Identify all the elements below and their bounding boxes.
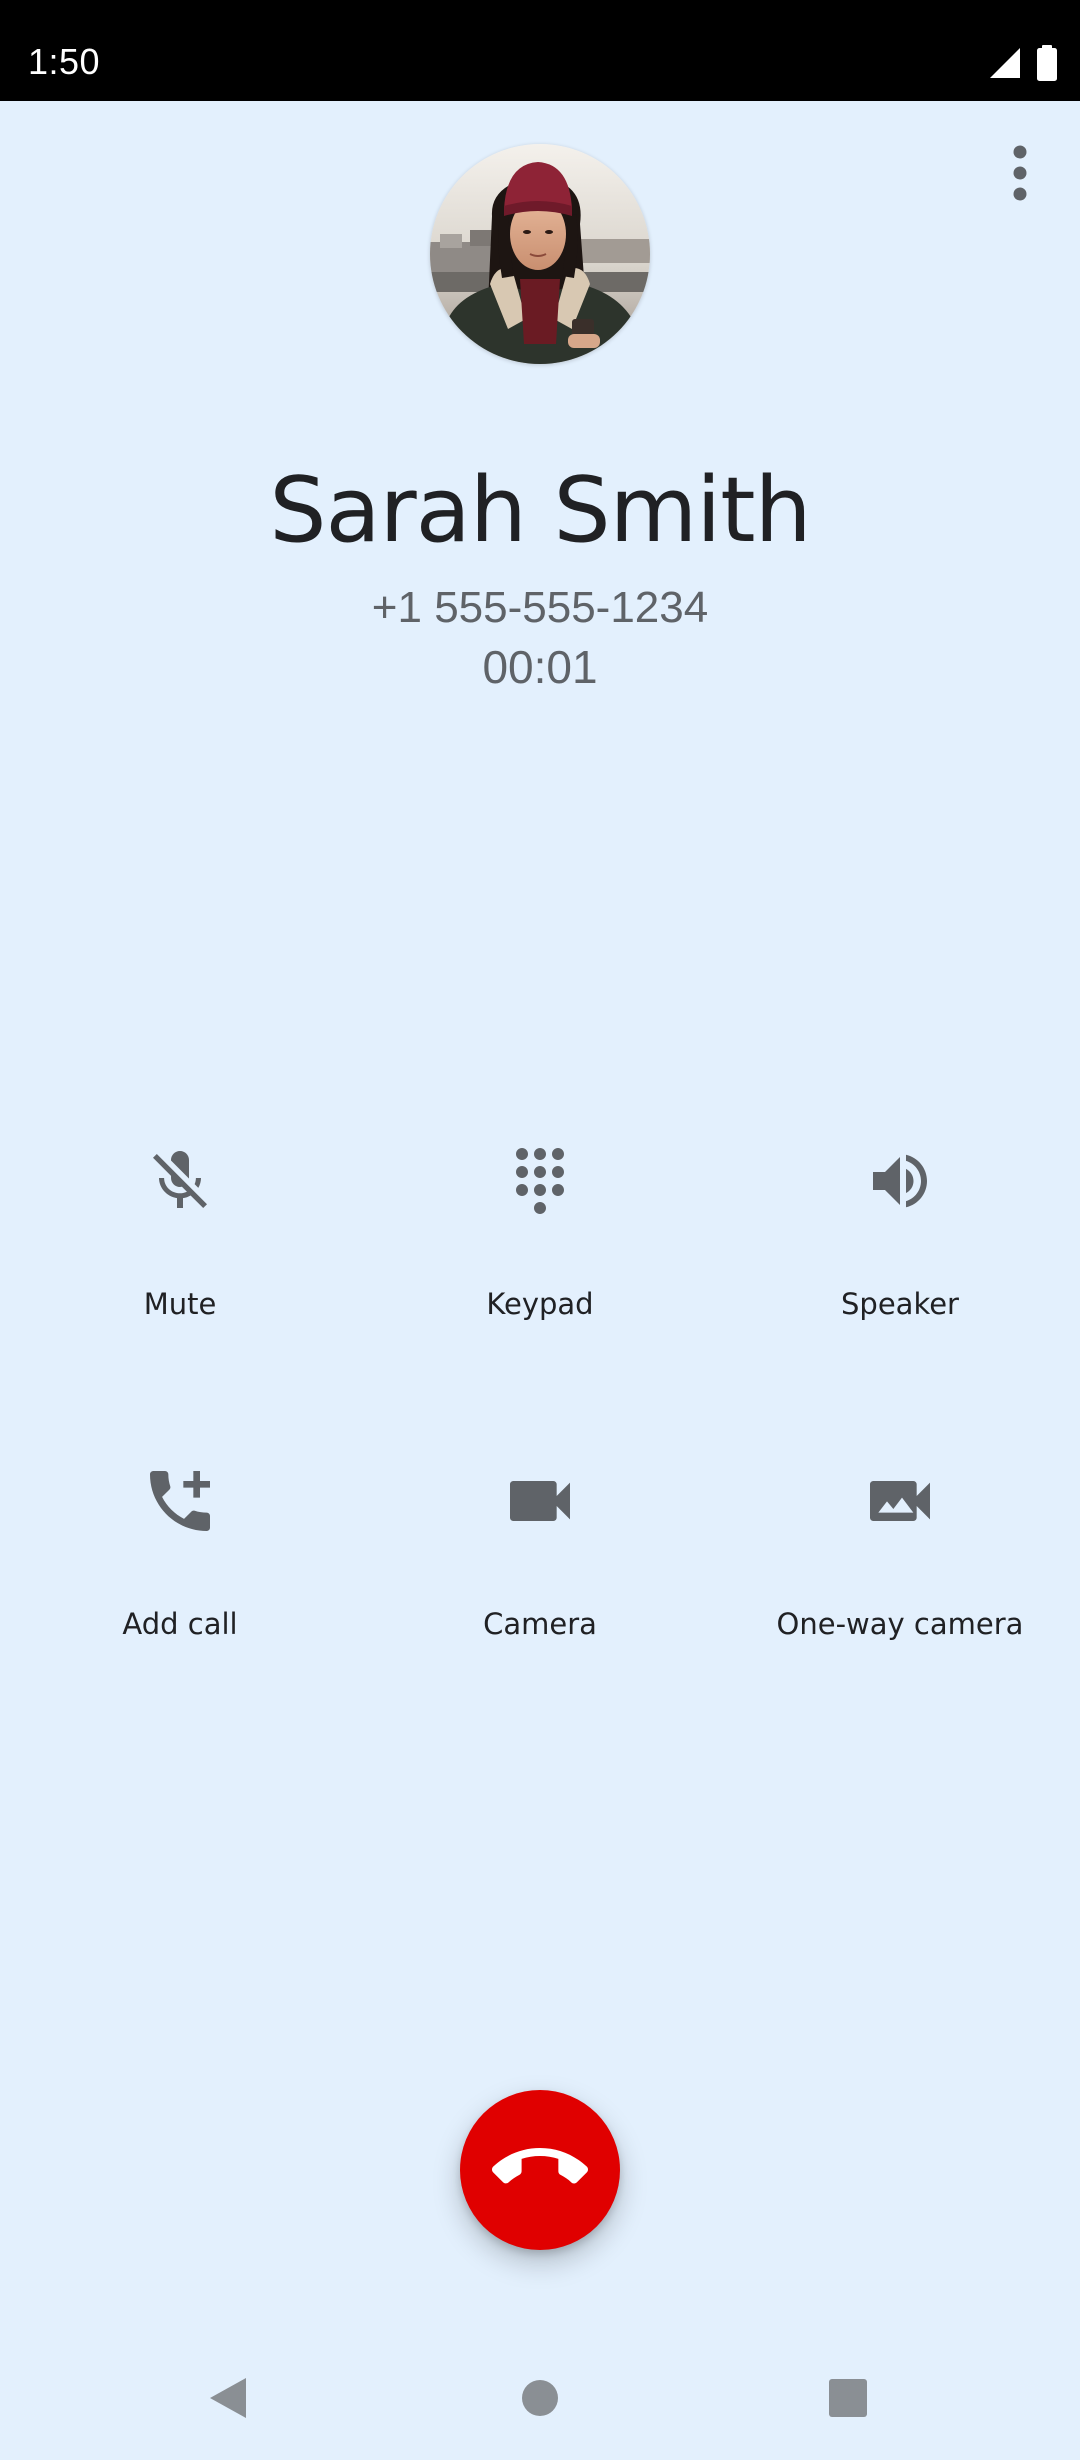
recents-icon [828, 2378, 868, 2422]
status-icons [988, 45, 1058, 85]
volume-up-icon [855, 1136, 945, 1226]
home-icon [520, 2378, 560, 2422]
back-icon [208, 2376, 248, 2424]
add-call-icon [135, 1456, 225, 1546]
caller-name: Sarah Smith [269, 458, 811, 563]
mute-label: Mute [143, 1287, 217, 1321]
add-call-label: Add call [122, 1607, 238, 1641]
back-button[interactable] [188, 2360, 268, 2440]
end-call-button[interactable] [460, 2090, 620, 2250]
battery-icon [1036, 45, 1058, 85]
speaker-label: Speaker [841, 1287, 959, 1321]
videocam-icon [495, 1456, 585, 1546]
mic-off-icon [135, 1136, 225, 1226]
home-button[interactable] [500, 2360, 580, 2440]
contact-photo [430, 144, 650, 364]
one-way-camera-button[interactable]: One-way camera [720, 1440, 1080, 1670]
keypad-label: Keypad [486, 1287, 594, 1321]
camera-label: Camera [483, 1607, 597, 1641]
recents-button[interactable] [808, 2360, 888, 2440]
speaker-button[interactable]: Speaker [720, 1120, 1080, 1350]
system-navigation-bar [0, 2340, 1080, 2460]
status-time: 1:50 [28, 41, 101, 82]
one-way-camera-label: One-way camera [776, 1607, 1024, 1641]
add-call-button[interactable]: Add call [0, 1440, 360, 1670]
camera-button[interactable]: Camera [360, 1440, 720, 1670]
caller-number: +1 555-555-1234 [371, 583, 709, 632]
call-end-icon [492, 2120, 588, 2220]
more-options-button[interactable] [990, 140, 1050, 210]
cell-signal-icon [988, 46, 1022, 84]
keypad-button[interactable]: Keypad [360, 1120, 720, 1350]
more-vertical-icon [1012, 145, 1028, 205]
status-bar: 1:50 [0, 0, 1080, 101]
call-duration: 00:01 [482, 641, 598, 693]
contact-avatar [430, 144, 650, 364]
photo-camera-icon [855, 1456, 945, 1546]
mute-button[interactable]: Mute [0, 1120, 360, 1350]
dialpad-icon [495, 1136, 585, 1226]
